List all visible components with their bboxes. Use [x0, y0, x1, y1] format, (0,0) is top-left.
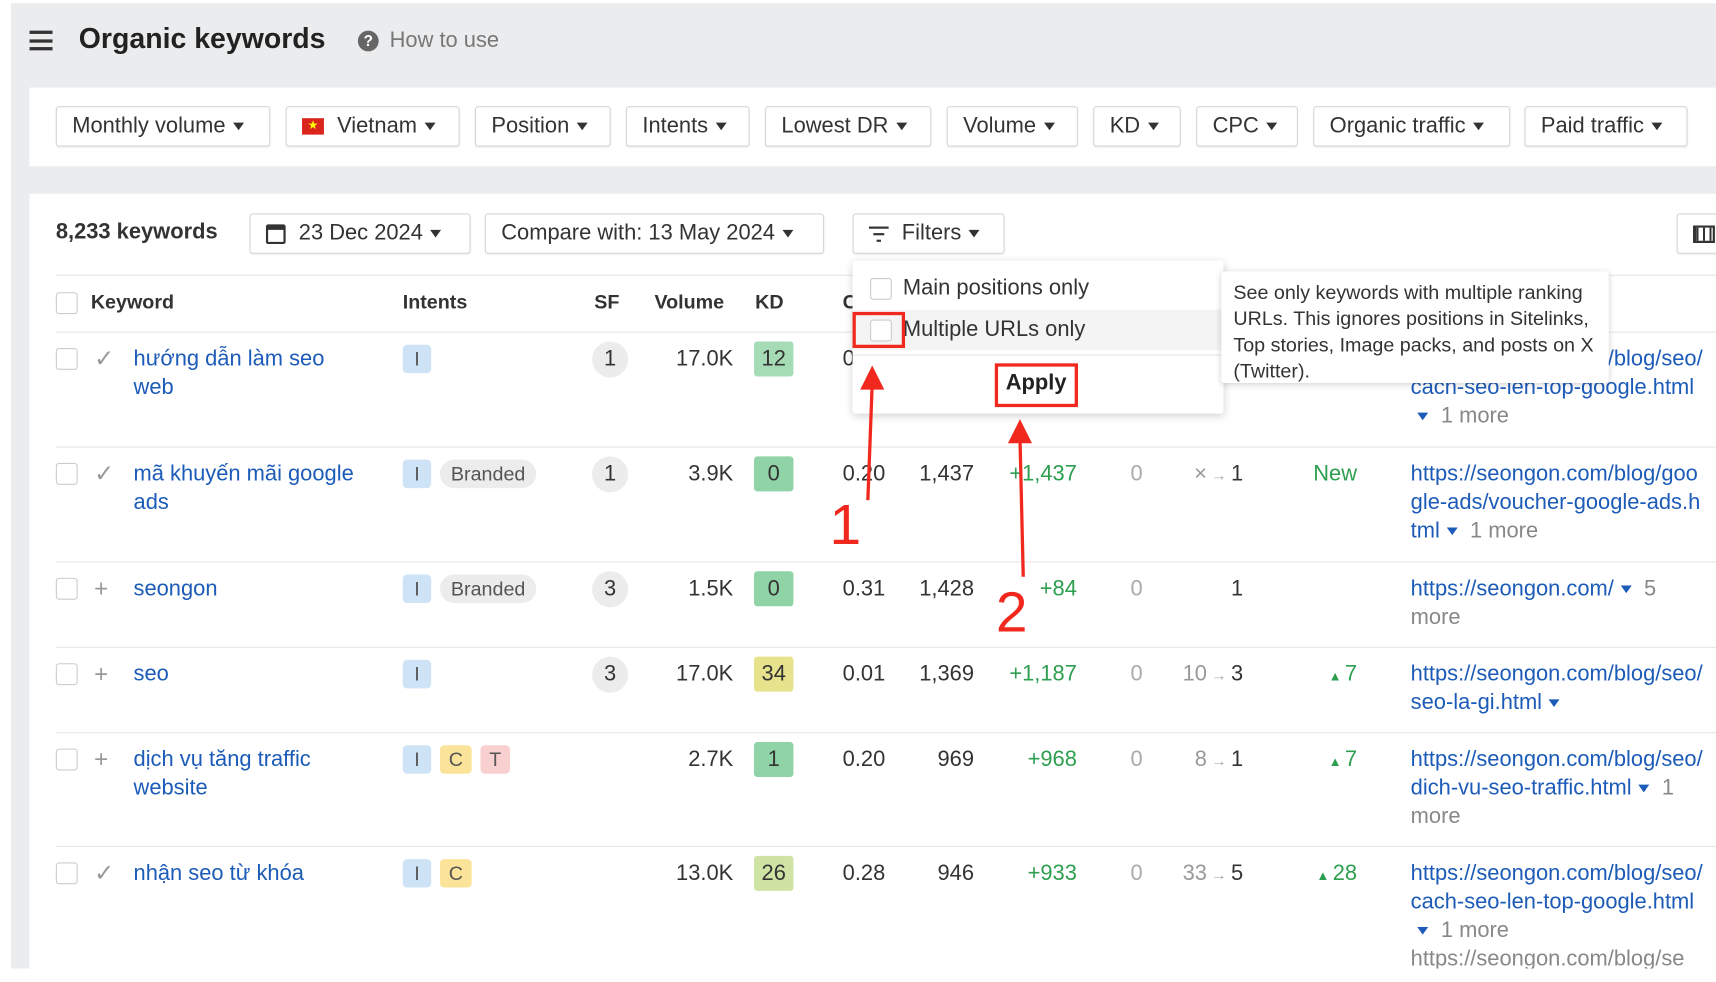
annotation-step-2: 2: [995, 581, 1028, 645]
annotation-arrows: [860, 365, 1033, 577]
arrow-1: [860, 365, 885, 501]
app: Organic keywords ? How to use Monthly vo…: [0, 0, 1716, 982]
annotation-step-1: 1: [829, 493, 862, 558]
arrow-2: [1007, 419, 1033, 577]
